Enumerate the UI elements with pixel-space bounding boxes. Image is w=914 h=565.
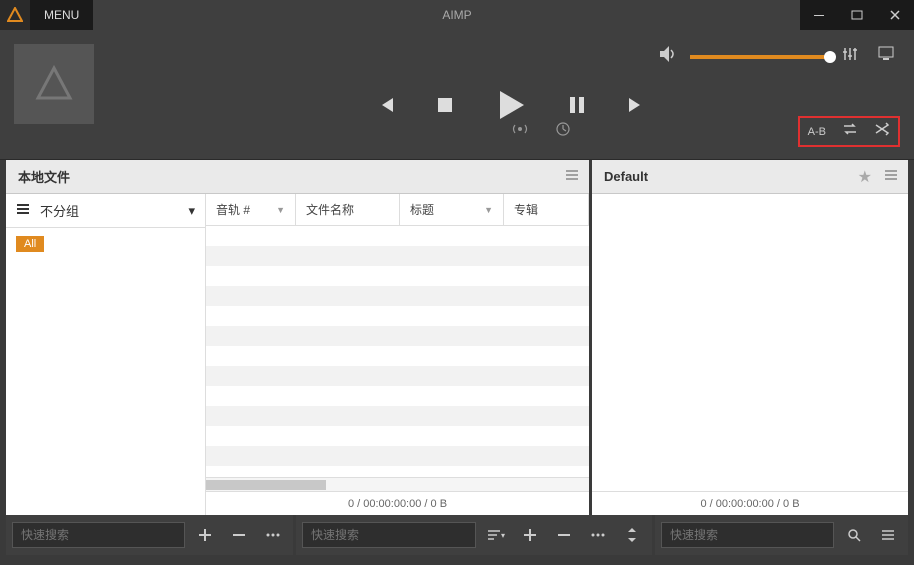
repeat-icon[interactable]: [842, 122, 858, 141]
library-status: 0 / 00:00:00:00 / 0 B: [206, 491, 589, 515]
filter-icon[interactable]: ▼: [276, 205, 285, 215]
title-bar: MENU AIMP: [0, 0, 914, 30]
volume-icon[interactable]: [658, 45, 678, 68]
table-row: [206, 346, 589, 366]
stop-button[interactable]: [436, 96, 454, 114]
more-button[interactable]: [259, 522, 287, 548]
clock-icon[interactable]: [556, 122, 570, 141]
column-track[interactable]: 音轨 #▼: [206, 194, 296, 225]
close-button[interactable]: [876, 0, 914, 30]
next-button[interactable]: [626, 95, 646, 115]
horizontal-scrollbar[interactable]: [206, 477, 589, 491]
maximize-button[interactable]: [838, 0, 876, 30]
table-row: [206, 366, 589, 386]
table-row: [206, 386, 589, 406]
play-button[interactable]: [494, 88, 528, 122]
more-button-2[interactable]: [584, 522, 612, 548]
playback-mode-group: A-B: [798, 116, 900, 147]
volume-control: [658, 45, 894, 68]
previous-button[interactable]: [376, 95, 396, 115]
filter-icon[interactable]: ▼: [484, 205, 493, 215]
table-row: [206, 286, 589, 306]
library-tab[interactable]: 本地文件: [18, 167, 70, 186]
menu-button[interactable]: MENU: [30, 0, 93, 30]
column-title[interactable]: 标题▼: [400, 194, 504, 225]
window-controls: [800, 0, 914, 30]
playlist-search-input[interactable]: [661, 522, 834, 548]
app-title: AIMP: [442, 8, 471, 22]
album-art: [14, 44, 94, 124]
app-logo-icon: [0, 0, 30, 30]
group-dropdown[interactable]: 不分组 ▾: [40, 201, 195, 220]
table-row: [206, 226, 589, 246]
table-row: [206, 446, 589, 466]
column-headers: 音轨 #▼ 文件名称 标题▼ 专辑: [206, 194, 589, 226]
chevron-down-icon: ▾: [188, 203, 195, 219]
table-row: [206, 306, 589, 326]
track-rows: [206, 226, 589, 477]
column-filename[interactable]: 文件名称: [296, 194, 400, 225]
table-row: [206, 326, 589, 346]
table-row: [206, 246, 589, 266]
bottom-toolbar: ▾: [6, 515, 908, 555]
library-search-input[interactable]: [12, 522, 185, 548]
add-button-2[interactable]: [516, 522, 544, 548]
ab-repeat-button[interactable]: A-B: [808, 126, 826, 138]
playlist-tab[interactable]: Default: [604, 169, 648, 184]
shuffle-icon[interactable]: [874, 122, 890, 141]
visualization-icon[interactable]: [878, 46, 894, 67]
pause-button[interactable]: [568, 95, 586, 115]
table-row: [206, 266, 589, 286]
add-button[interactable]: [191, 522, 219, 548]
library-track-area: 音轨 #▼ 文件名称 标题▼ 专辑: [206, 194, 589, 515]
playlist-status: 0 / 00:00:00:00 / 0 B: [592, 491, 908, 515]
playlist-panel: Default ★ 0 / 00:00:00:00 / 0 B: [592, 160, 908, 515]
remove-button[interactable]: [225, 522, 253, 548]
playlist-menu-icon[interactable]: [884, 168, 898, 186]
table-row: [206, 426, 589, 446]
library-sidebar: 不分组 ▾ All: [6, 194, 206, 515]
favorite-icon[interactable]: ★: [858, 167, 872, 187]
updown-button[interactable]: [618, 522, 646, 548]
library-tab-bar: 本地文件: [6, 160, 589, 194]
radio-icon[interactable]: [512, 122, 528, 141]
group-menu-icon[interactable]: [16, 202, 30, 220]
column-album[interactable]: 专辑: [504, 194, 589, 225]
playlist-tab-bar: Default ★: [592, 160, 908, 194]
search-button[interactable]: [840, 522, 868, 548]
table-row: [206, 406, 589, 426]
content-panels: 本地文件 不分组 ▾ All 音轨 #▼ 文件名称 标题▼: [6, 160, 908, 515]
minimize-button[interactable]: [800, 0, 838, 30]
library-menu-icon[interactable]: [565, 168, 579, 186]
equalizer-icon[interactable]: [842, 46, 858, 67]
sort-button[interactable]: ▾: [482, 522, 510, 548]
remove-button-2[interactable]: [550, 522, 578, 548]
filter-all-tag[interactable]: All: [16, 236, 44, 252]
playlist-rows: [592, 194, 908, 491]
volume-slider[interactable]: [690, 55, 830, 59]
list-button[interactable]: [874, 522, 902, 548]
filter-search-input[interactable]: [302, 522, 476, 548]
player-area: A-B: [0, 30, 914, 160]
library-panel: 本地文件 不分组 ▾ All 音轨 #▼ 文件名称 标题▼: [6, 160, 592, 515]
